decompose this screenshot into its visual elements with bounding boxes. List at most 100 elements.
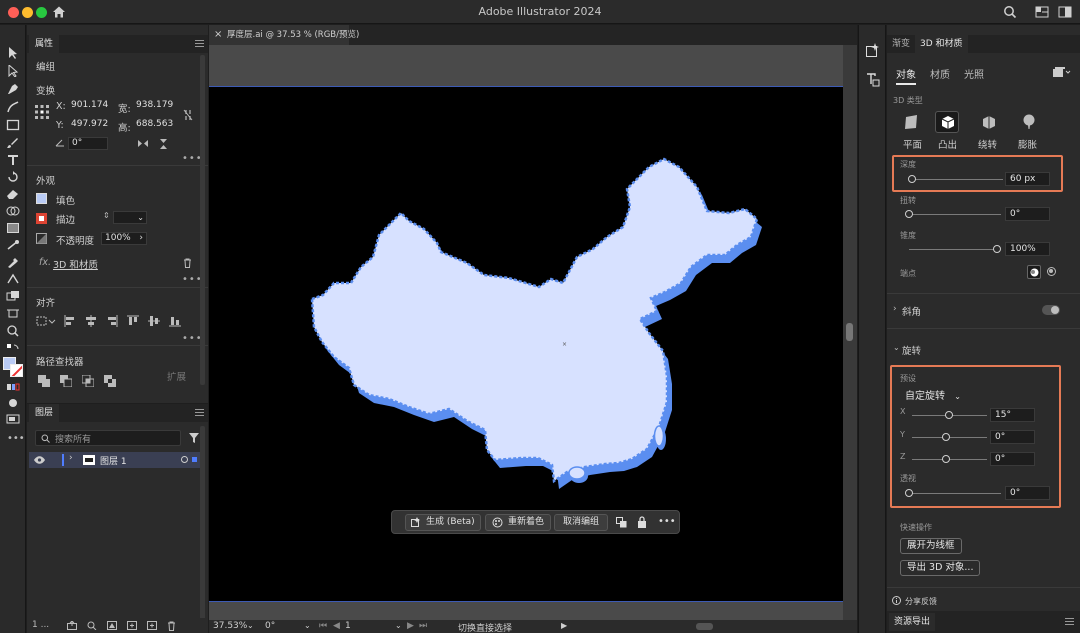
twist-slider-track[interactable] <box>909 214 1001 215</box>
first-artboard-icon[interactable]: ⏮ <box>319 621 327 631</box>
align-left-icon[interactable] <box>64 315 76 327</box>
rotation-dropdown-icon[interactable]: ⌄ <box>304 621 311 630</box>
depth-slider-track[interactable] <box>912 179 1003 180</box>
zoom-level[interactable]: 37.53% <box>213 621 247 631</box>
align-bottom-icon[interactable] <box>169 315 181 327</box>
rotation-z-slider-knob[interactable] <box>942 455 950 463</box>
layer-name[interactable]: 图层 1 <box>100 454 127 467</box>
generative-panel-icon[interactable] <box>866 43 880 57</box>
tab-properties[interactable]: 属性 <box>29 35 60 53</box>
width-field[interactable]: 938.179 <box>133 100 175 113</box>
rotation-x-slider-knob[interactable] <box>945 411 953 419</box>
asset-export-menu-icon[interactable] <box>1065 618 1074 625</box>
constrain-proportions-icon[interactable] <box>183 109 193 121</box>
tab-3d-materials[interactable]: 3D 和材质 <box>915 35 968 53</box>
zoom-tool-icon[interactable] <box>6 325 20 337</box>
artboard-number[interactable]: 1 <box>345 621 351 631</box>
expand-button[interactable]: 扩展 <box>167 369 186 383</box>
twist-field[interactable]: 0° <box>1005 207 1050 221</box>
new-sublayer-icon[interactable] <box>127 621 137 630</box>
previous-artboard-icon[interactable]: ◀ <box>333 621 340 631</box>
recolor-button[interactable]: 重新着色 <box>485 514 551 531</box>
chevron-right-icon[interactable]: › <box>69 453 73 463</box>
type-panel-icon[interactable] <box>866 73 880 87</box>
layer-row[interactable]: › 图层 1 <box>29 452 204 468</box>
filter-icon[interactable] <box>189 433 199 443</box>
type-extrude-button[interactable] <box>935 111 959 133</box>
align-horizontal-center-icon[interactable] <box>85 315 97 327</box>
align-top-icon[interactable] <box>127 315 139 327</box>
puppet-warp-tool-icon[interactable] <box>6 273 20 285</box>
rotation-y-field[interactable]: 0° <box>990 430 1035 444</box>
locate-object-icon[interactable] <box>87 621 97 630</box>
status-menu-arrow[interactable]: ▶ <box>561 621 567 630</box>
depth-field[interactable]: 60 px <box>1005 172 1050 186</box>
flip-vertical-icon[interactable] <box>159 138 168 150</box>
rotate-tool-icon[interactable] <box>6 171 20 183</box>
more-options-icon[interactable]: ••• <box>658 516 676 527</box>
scroll-thumb[interactable] <box>846 323 853 341</box>
rotation-level[interactable]: 0° <box>265 621 275 631</box>
perspective-slider-track[interactable] <box>909 493 1001 494</box>
perspective-field[interactable]: 0° <box>1005 486 1050 500</box>
selection-indicator[interactable] <box>192 457 197 462</box>
export-collection-icon[interactable] <box>67 621 77 630</box>
type-revolve-button[interactable] <box>977 111 1001 133</box>
generate-button[interactable]: 生成 (Beta) <box>405 514 481 531</box>
direct-selection-tool-icon[interactable] <box>6 65 20 77</box>
rotation-z-field[interactable]: 0° <box>990 452 1035 466</box>
lock-icon[interactable] <box>637 516 647 528</box>
search-icon[interactable] <box>1003 5 1017 19</box>
workspace-icon[interactable] <box>1058 5 1072 19</box>
eye-icon[interactable] <box>34 456 45 464</box>
subtab-object[interactable]: 对象 <box>896 66 916 85</box>
intersect-icon[interactable] <box>82 375 94 387</box>
clipping-mask-icon[interactable] <box>107 621 117 630</box>
bevel-label[interactable]: 斜角 <box>902 304 921 318</box>
eraser-tool-icon[interactable] <box>6 188 20 200</box>
minus-front-icon[interactable] <box>60 375 72 387</box>
preset-dropdown[interactable]: 自定旋转 ⌄ <box>905 387 961 402</box>
color-mode-icon[interactable] <box>6 381 20 393</box>
stroke-weight-stepper[interactable]: ⇕ <box>103 211 111 223</box>
stroke-color-swatch[interactable] <box>10 364 23 377</box>
delete-layer-icon[interactable] <box>167 621 176 631</box>
type-plane-button[interactable] <box>899 111 923 133</box>
layers-scrollbar[interactable] <box>200 426 205 622</box>
draw-mode-icon[interactable] <box>6 397 20 409</box>
reference-point-icon[interactable] <box>35 105 49 119</box>
taper-slider-knob[interactable] <box>993 245 1001 253</box>
trash-icon[interactable] <box>183 258 192 268</box>
live-paint-tool-icon[interactable] <box>6 290 20 302</box>
type-inflate-button[interactable] <box>1017 111 1041 133</box>
cap-off-button[interactable] <box>1045 265 1059 279</box>
paintbrush-tool-icon[interactable] <box>6 137 20 149</box>
arrange-documents-icon[interactable] <box>1035 5 1049 19</box>
selection-tool-icon[interactable] <box>6 47 20 59</box>
stroke-swatch[interactable] <box>36 213 47 224</box>
blend-tool-icon[interactable] <box>6 239 20 251</box>
subtab-materials[interactable]: 材质 <box>930 66 950 81</box>
eyedropper-tool-icon[interactable] <box>6 256 20 268</box>
taper-slider-track[interactable] <box>909 249 997 250</box>
align-vertical-center-icon[interactable] <box>148 315 160 327</box>
tab-layers[interactable]: 图层 <box>29 404 60 422</box>
next-artboard-icon[interactable]: ▶ <box>407 621 414 631</box>
x-field[interactable]: 901.174 <box>68 100 110 113</box>
zoom-dropdown-icon[interactable]: ⌄ <box>247 621 254 630</box>
taper-field[interactable]: 100% <box>1005 242 1050 256</box>
share-feedback-link[interactable]: 分享反馈 <box>905 596 937 607</box>
render-settings-icon[interactable] <box>1053 67 1071 77</box>
expand-wireframe-button[interactable]: 展开为线框 <box>900 538 962 554</box>
layers-menu-icon[interactable] <box>195 409 204 416</box>
isolate-icon[interactable] <box>616 517 627 528</box>
flip-horizontal-icon[interactable] <box>137 139 149 148</box>
bevel-toggle[interactable] <box>1042 305 1060 315</box>
cap-on-button[interactable] <box>1027 265 1041 279</box>
panel-menu-icon[interactable] <box>195 40 204 47</box>
artboard-dropdown-icon[interactable]: ⌄ <box>395 621 402 630</box>
screen-mode-icon[interactable] <box>6 413 20 425</box>
new-layer-icon[interactable] <box>147 621 157 630</box>
bevel-chevron-icon[interactable]: › <box>893 304 897 314</box>
pen-tool-icon[interactable] <box>6 83 20 95</box>
